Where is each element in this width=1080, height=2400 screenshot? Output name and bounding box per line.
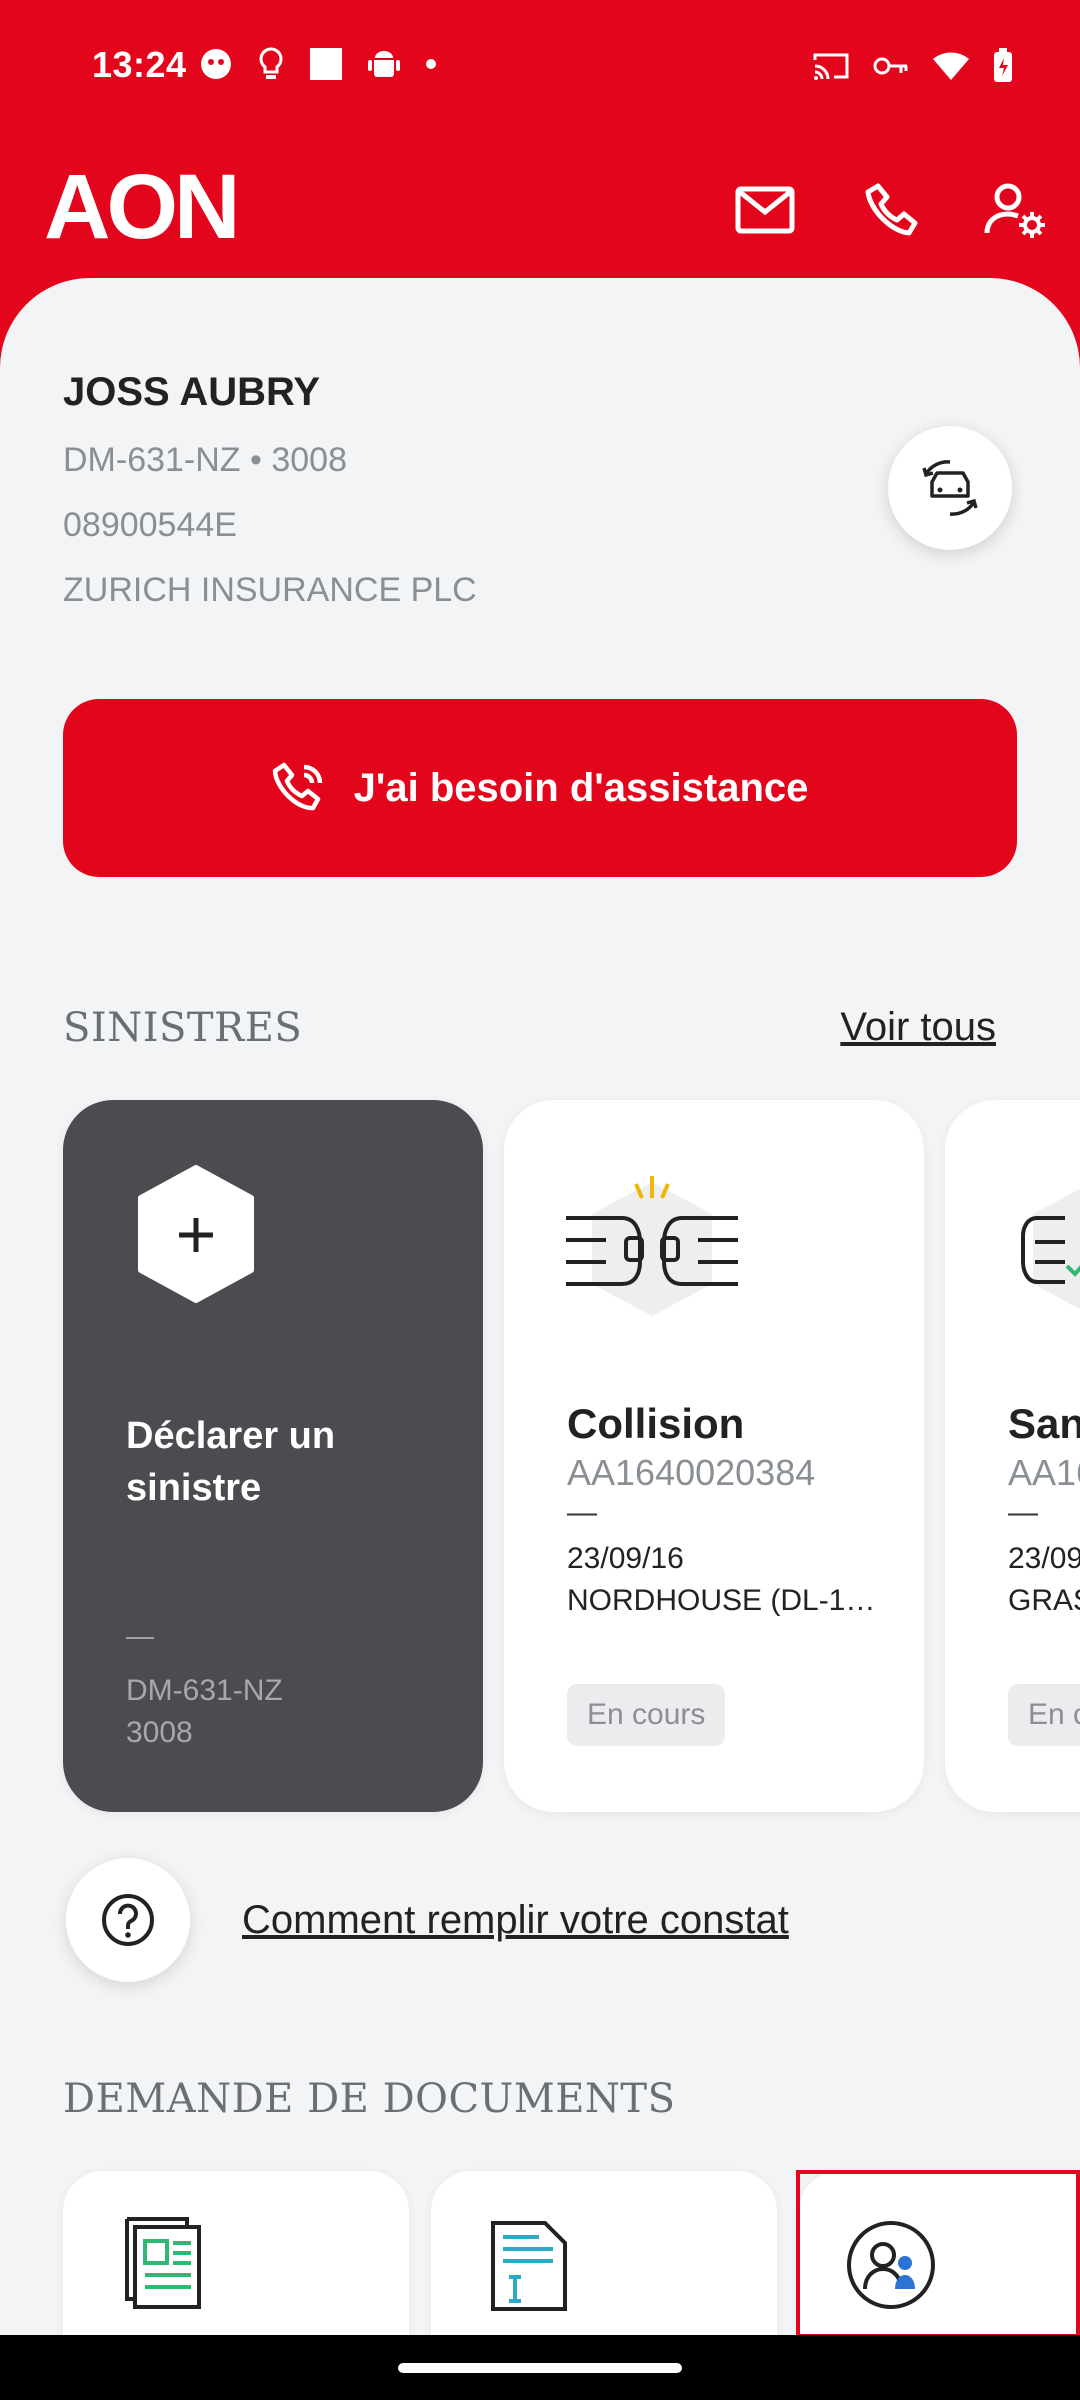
selection-highlight <box>796 2170 1080 2338</box>
account-settings-button[interactable] <box>980 175 1050 245</box>
user-settings-icon <box>984 183 1045 238</box>
claim-dash: — <box>1008 1496 1038 1529</box>
claim-dash: — <box>567 1496 597 1529</box>
car-switch-icon <box>922 460 978 516</box>
lightbulb-icon <box>259 47 283 79</box>
claim-card[interactable]: Collision AA1640020384 — 23/09/16 NORDHO… <box>504 1100 924 1812</box>
claim-reference: AA1640020384 <box>567 1452 816 1493</box>
declare-claim-card[interactable]: Déclarer un sinistre — DM-631-NZ 3008 <box>63 1100 483 1812</box>
claim-type: San <box>1008 1400 1080 1447</box>
status-time: 13:24 <box>92 44 187 85</box>
wifi-icon <box>933 52 969 80</box>
claim-status-badge: En c <box>1008 1684 1080 1746</box>
dot-icon <box>426 59 436 69</box>
aon-logo: AON <box>44 156 240 258</box>
claim-reference: AA16 <box>1008 1452 1080 1493</box>
call-button[interactable] <box>857 175 927 245</box>
vehicle-plate: DM-631-NZ • 3008 <box>63 441 348 479</box>
claim-type: Collision <box>567 1400 745 1447</box>
cast-icon <box>813 53 849 80</box>
assistance-label: J'ai besoin d'assistance <box>353 765 809 810</box>
help-icon <box>102 1894 154 1946</box>
document-icon <box>125 2217 201 2309</box>
declare-claim-title: Déclarer un sinistre <box>126 1415 336 1509</box>
home-gesture-handle[interactable] <box>398 2363 682 2373</box>
claim-date: 23/09 <box>1008 1542 1080 1575</box>
switch-vehicle-button[interactable] <box>888 426 1012 550</box>
contract-icon <box>491 2221 567 2311</box>
claim-location: GRAS <box>1008 1584 1080 1617</box>
system-icons <box>812 48 1014 84</box>
declare-vehicle: DM-631-NZ 3008 <box>126 1670 283 1754</box>
document-card[interactable] <box>63 2171 409 2335</box>
see-all-claims-link[interactable]: Voir tous <box>840 1005 996 1050</box>
collision-icon <box>566 1176 738 1316</box>
declare-plate: DM-631-NZ <box>126 1674 283 1707</box>
system-nav-bar <box>0 2335 1080 2400</box>
square-notification-icon <box>310 48 342 80</box>
constat-help-link[interactable]: Comment remplir votre constat <box>242 1898 789 1943</box>
notification-app-icon <box>201 49 231 79</box>
mail-icon <box>735 186 795 234</box>
app-header: AON <box>0 135 1080 285</box>
claim-status-badge: En cours <box>567 1684 726 1746</box>
policy-number: 08900544E <box>63 506 237 544</box>
claim-card[interactable]: San AA16 — 23/09 GRAS En c <box>945 1100 1080 1812</box>
battery-icon <box>994 48 1012 82</box>
assistance-button[interactable]: J'ai besoin d'assistance <box>63 699 1017 877</box>
help-button[interactable] <box>66 1858 190 1982</box>
car-check-icon <box>1021 1188 1080 1310</box>
phone-call-icon <box>272 762 322 811</box>
insurer-name: ZURICH INSURANCE PLC <box>63 571 477 609</box>
notification-icons <box>198 46 438 82</box>
android-icon <box>368 51 400 77</box>
vpn-key-icon <box>873 57 908 75</box>
documents-section-title: DEMANDE DE DOCUMENTS <box>63 2076 676 2122</box>
declare-dash: — <box>126 1620 154 1651</box>
policy-holder-name: JOSS AUBRY <box>63 370 321 414</box>
phone-icon <box>865 183 918 236</box>
claim-location: NORDHOUSE (DL-1… <box>567 1584 876 1617</box>
status-bar: 13:24 <box>0 0 1080 135</box>
claims-section-title: SINISTRES <box>63 1005 303 1051</box>
declare-model: 3008 <box>126 1716 193 1749</box>
main-content: JOSS AUBRY DM-631-NZ • 3008 08900544E ZU… <box>0 278 1080 2335</box>
messages-button[interactable] <box>730 175 800 245</box>
plus-hex-icon <box>138 1165 254 1303</box>
vehicle-profile: JOSS AUBRY DM-631-NZ • 3008 08900544E ZU… <box>63 370 477 636</box>
document-card[interactable] <box>431 2171 777 2335</box>
claims-carousel[interactable]: Déclarer un sinistre — DM-631-NZ 3008 Co… <box>63 1100 1080 1812</box>
claim-date: 23/09/16 <box>567 1542 684 1575</box>
constat-help-row: Comment remplir votre constat <box>66 1858 789 1982</box>
